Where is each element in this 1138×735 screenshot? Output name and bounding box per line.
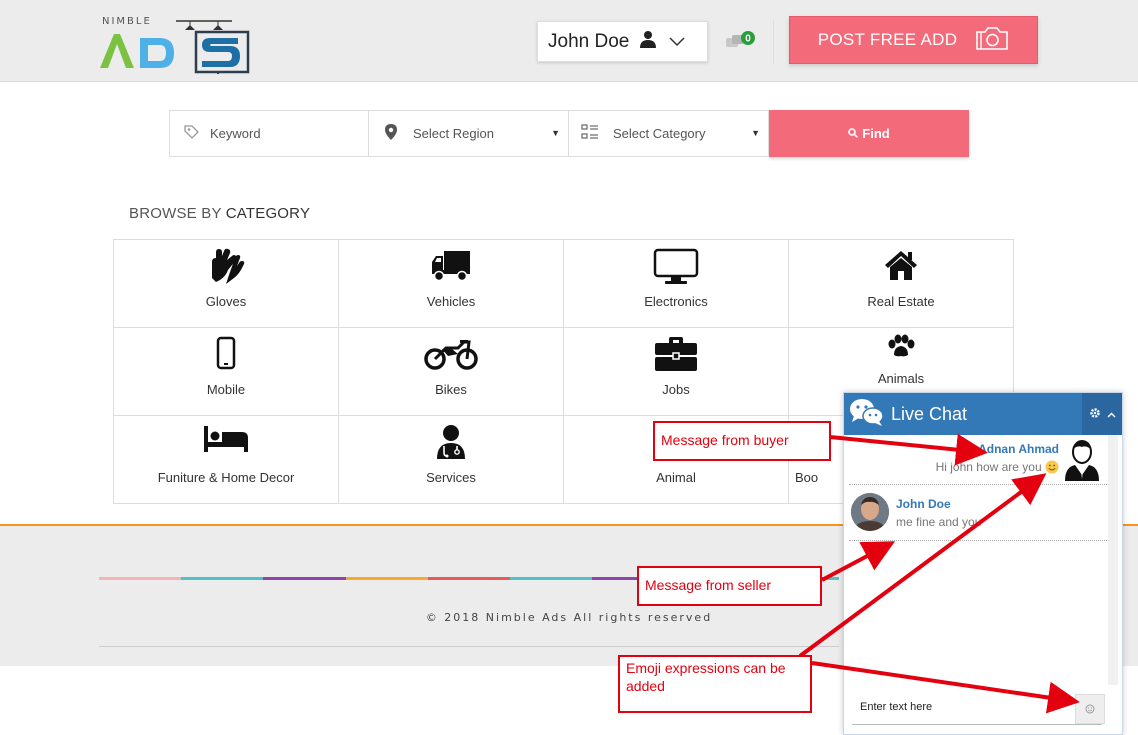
category-label: Jobs xyxy=(662,382,690,397)
wechat-icon xyxy=(849,397,885,432)
smiley-icon xyxy=(1085,704,1095,714)
browse-emphasis: CATEGORY xyxy=(225,205,311,222)
category-tile-gloves[interactable]: Gloves xyxy=(113,239,339,328)
message-text: Hi john how are you xyxy=(936,460,1059,474)
color-strip-segment xyxy=(263,577,346,580)
smiley-emoji-icon xyxy=(1045,460,1059,474)
category-tile-furniture[interactable]: Funiture & Home Decor xyxy=(113,415,339,504)
browse-prefix: BROWSE BY xyxy=(129,205,226,222)
user-menu-button[interactable]: John Doe xyxy=(537,21,708,62)
chat-tools xyxy=(1082,393,1122,435)
message-count-badge: 0 xyxy=(745,34,751,45)
map-marker-icon xyxy=(385,124,397,143)
category-label: Vehicles xyxy=(426,294,476,309)
category-label: Select Category xyxy=(613,126,706,141)
bed-icon xyxy=(114,424,338,460)
category-label: Funiture & Home Decor xyxy=(157,470,295,485)
emoji-button[interactable] xyxy=(1075,694,1105,724)
monitor-icon xyxy=(564,248,788,284)
user-icon xyxy=(639,30,657,54)
hands-icon xyxy=(114,248,338,284)
footer-divider xyxy=(99,646,839,647)
chevron-up-icon[interactable] xyxy=(1107,407,1116,421)
motorcycle-icon xyxy=(339,336,563,372)
category-tile-mobile[interactable]: Mobile xyxy=(113,327,339,416)
callout-emoji: Emoji expressions can be added xyxy=(618,655,812,713)
category-tile-vehicles[interactable]: Vehicles xyxy=(338,239,564,328)
find-button[interactable]: Find xyxy=(769,110,969,157)
category-label: Gloves xyxy=(205,294,247,309)
region-label: Select Region xyxy=(413,126,494,141)
keyword-placeholder: Keyword xyxy=(210,126,261,141)
color-strip-segment xyxy=(99,577,182,580)
category-tile-jobs[interactable]: Jobs xyxy=(563,327,789,416)
category-tile-real-estate[interactable]: Real Estate xyxy=(788,239,1014,328)
find-label: Find xyxy=(862,126,890,141)
paw-icon xyxy=(789,334,1013,370)
live-chat-widget: Live Chat Adnan Ahmad Hi john how are yo… xyxy=(843,392,1123,735)
category-label: Electronics xyxy=(644,294,708,309)
chat-header[interactable]: Live Chat xyxy=(844,393,1122,435)
chat-message-buyer: Adnan Ahmad Hi john how are you xyxy=(849,435,1107,485)
message-sender: Adnan Ahmad xyxy=(978,442,1059,456)
briefcase-icon xyxy=(564,336,788,372)
callout-buyer: Message from buyer xyxy=(653,421,831,461)
chat-bubbles-icon: 0 xyxy=(726,31,755,47)
category-label: Animal xyxy=(656,470,696,485)
post-button-label: POST FREE ADD xyxy=(817,30,958,49)
header-divider xyxy=(773,20,774,64)
caret-down-icon: ▼ xyxy=(751,128,760,138)
doctor-icon xyxy=(339,424,563,460)
chevron-down-icon xyxy=(669,31,685,53)
seller-avatar xyxy=(851,493,889,531)
tag-icon xyxy=(182,123,200,144)
category-select[interactable]: Select Category ▼ xyxy=(569,110,769,157)
color-strip-segment xyxy=(427,577,511,580)
category-label: Services xyxy=(426,470,476,485)
browse-heading: BROWSE BY CATEGORY xyxy=(129,205,310,222)
category-label: Real Estate xyxy=(867,294,935,309)
logo-nimble-text: NIMBLE xyxy=(102,16,152,27)
chat-scrollbar[interactable] xyxy=(1108,435,1118,685)
message-sender: John Doe xyxy=(896,497,951,511)
search-icon xyxy=(848,126,859,141)
truck-icon xyxy=(339,248,563,284)
post-free-ad-button[interactable]: POST FREE ADD xyxy=(789,16,1038,64)
message-text: me fine and you xyxy=(896,515,982,529)
site-header: NIMBLE John Doe 0 POST FREE ADD xyxy=(0,0,1138,82)
gear-icon[interactable] xyxy=(1089,407,1101,422)
region-select[interactable]: Select Region ▼ xyxy=(369,110,569,157)
site-logo[interactable]: NIMBLE xyxy=(98,12,253,74)
color-strip-segment xyxy=(181,577,264,580)
color-strip-segment xyxy=(510,577,593,580)
camera-icon xyxy=(975,26,1009,55)
chat-messages: Adnan Ahmad Hi john how are you John Doe… xyxy=(849,435,1107,685)
grid-list-icon xyxy=(581,124,599,143)
category-label: Mobile xyxy=(206,382,246,397)
color-strip-segment xyxy=(345,577,428,580)
callout-seller: Message from seller xyxy=(637,566,822,606)
chat-title: Live Chat xyxy=(891,403,968,424)
user-name: John Doe xyxy=(548,30,630,52)
mobile-phone-icon xyxy=(114,336,338,372)
buyer-avatar xyxy=(1063,439,1101,486)
category-tile-services[interactable]: Services xyxy=(338,415,564,504)
chat-message-seller: John Doe me fine and you xyxy=(849,487,1107,541)
messages-button[interactable]: 0 xyxy=(722,30,758,52)
home-icon xyxy=(789,248,1013,284)
category-tile-electronics[interactable]: Electronics xyxy=(563,239,789,328)
category-label: Bikes xyxy=(435,382,467,397)
keyword-input[interactable]: Keyword xyxy=(169,110,369,157)
search-bar: Keyword Select Region ▼ Select Category … xyxy=(169,110,969,157)
category-label: Animals xyxy=(877,371,925,386)
caret-down-icon: ▼ xyxy=(551,128,560,138)
category-tile-bikes[interactable]: Bikes xyxy=(338,327,564,416)
chat-text-input[interactable]: Enter text here xyxy=(852,689,1102,725)
